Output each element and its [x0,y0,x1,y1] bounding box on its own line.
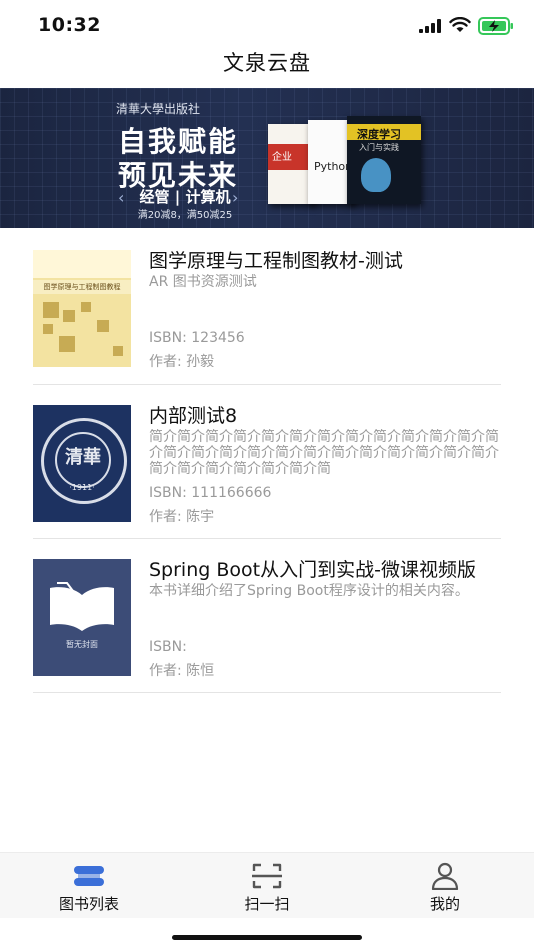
book-title: Spring Boot从入门到实战-微课视频版 [149,559,476,581]
list-item[interactable]: 图学原理与工程制图教程 图学原理与工程制图教材-测试 AR 图书资源测试 ISB… [33,230,501,385]
promo-banner[interactable]: 清華大學出版社 自我赋能 预见未来 ‹ 经管 | 计算机 › 满20减8，满50… [0,88,534,228]
tab-label: 图书列表 [58,895,119,913]
book-isbn: ISBN: [149,639,187,655]
no-cover-label: 暂无封面 [66,640,98,649]
status-bar: 10:32 [0,0,534,50]
tab-bar: 图书列表 扫一扫 我的 [0,852,534,918]
book-description: 本书详细介绍了Spring Boot程序设计的相关内容。 [149,583,469,599]
book-cover: 清華 ·1911· [33,405,131,522]
page-title: 文泉云盘 [223,51,311,75]
book-isbn: ISBN: 111166666 [149,485,272,501]
status-time: 10:32 [38,14,101,36]
banner-book-3: 深度学习 入门与实践 [347,116,421,204]
book-list: 图学原理与工程制图教程 图学原理与工程制图教材-测试 AR 图书资源测试 ISB… [33,230,501,693]
banner-right-chevron-icon: › [232,188,239,207]
banner-left-chevron-icon: ‹ [118,188,125,207]
open-book-icon [50,582,114,631]
signal-icon [419,19,441,33]
tab-label: 扫一扫 [244,895,290,913]
tab-scan[interactable]: 扫一扫 [178,853,356,918]
tab-label: 我的 [429,895,460,913]
book-cover: 图学原理与工程制图教程 [33,250,131,367]
list-item[interactable]: 暂无封面 Spring Boot从入门到实战-微课视频版 本书详细介绍了Spri… [33,539,501,693]
book-cover-placeholder: 暂无封面 [33,559,131,676]
book-author: 作者: 陈恒 [149,663,215,679]
battery-charging-icon [478,17,513,35]
list-item[interactable]: 清華 ·1911· 内部测试8 简介简介简介简介简介简介简介简介简介简介简介简介… [33,385,501,539]
book-title: 图学原理与工程制图教材-测试 [149,250,403,272]
banner-background [0,88,534,228]
book-description: 简介简介简介简介简介简介简介简介简介简介简介简介简介简介简介简介简介简介简介简介… [149,429,499,477]
book-author: 作者: 孙毅 [149,354,215,370]
wifi-icon [449,17,471,32]
banner-category: 经管 | 计算机 [139,188,231,206]
book-author: 作者: 陈宇 [149,509,215,525]
book-title: 内部测试8 [149,405,238,427]
home-indicator[interactable] [172,935,362,940]
tab-mine[interactable]: 我的 [356,853,534,918]
nav-bar: 文泉云盘 [0,45,534,85]
user-icon [431,862,459,890]
book-isbn: ISBN: 123456 [149,330,245,346]
book-description: AR 图书资源测试 [149,274,257,290]
scan-icon [252,863,282,889]
book-list-icon [74,866,104,886]
banner-promo: 满20减8，满50减25 [137,210,233,221]
tab-book-list[interactable]: 图书列表 [0,853,178,918]
banner-publisher: 清華大學出版社 [116,102,201,116]
